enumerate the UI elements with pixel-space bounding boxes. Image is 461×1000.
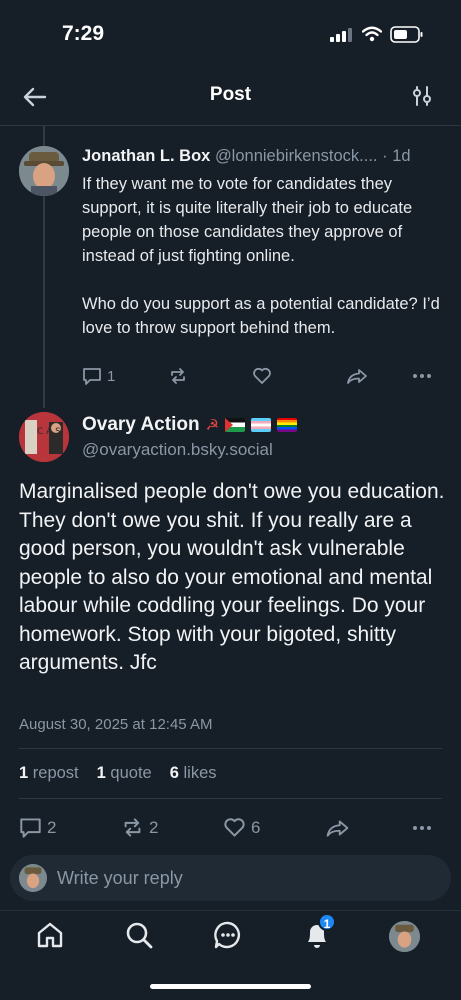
parent-post-header: Jonathan L. Box @lonniebirkenstock.... ·… (82, 147, 452, 166)
trans-flag-icon (251, 418, 272, 432)
reply-icon (20, 818, 41, 838)
divider (19, 798, 442, 799)
profile-avatar[interactable] (389, 921, 420, 952)
reply-input-placeholder[interactable]: Write your reply (57, 868, 183, 889)
share-icon (326, 819, 349, 837)
main-post-text: Marginalised people don't owe you educat… (19, 480, 445, 674)
home-icon[interactable] (35, 920, 65, 950)
reply-icon (83, 368, 101, 385)
avatar-lettering: C A S (37, 427, 61, 437)
like-button[interactable] (252, 366, 346, 386)
main-author-name-row: Ovary Action ☭ (82, 414, 298, 436)
more-button[interactable] (412, 373, 432, 379)
hammer-sickle-emoji: ☭ (205, 417, 220, 434)
divider (19, 748, 442, 749)
repost-count: 2 (149, 817, 159, 837)
more-button[interactable] (411, 825, 433, 831)
battery-icon (390, 26, 423, 43)
share-button[interactable] (325, 817, 411, 839)
author-handle[interactable]: @ovaryaction.bsky.social (82, 440, 273, 460)
search-icon[interactable] (124, 920, 154, 950)
repost-button[interactable] (168, 366, 252, 386)
author-name[interactable]: Ovary Action (82, 414, 200, 436)
notification-badge: 1 (318, 913, 336, 931)
status-time: 7:29 (62, 22, 105, 45)
main-post-actions: 2 2 6 (19, 816, 444, 839)
filter-icon[interactable] (410, 84, 434, 108)
avatar[interactable]: C A S (19, 412, 69, 462)
more-icon (413, 825, 431, 830)
rainbow-flag-icon (277, 418, 298, 432)
palestine-flag-icon (225, 418, 246, 432)
page-title: Post (209, 84, 252, 105)
post-timestamp: August 30, 2025 at 12:45 AM (19, 716, 213, 733)
like-icon (253, 367, 271, 384)
parent-post-actions: 1 (82, 366, 442, 386)
reply-button[interactable]: 1 (82, 366, 168, 386)
wifi-icon (362, 26, 382, 42)
chat-icon[interactable] (213, 920, 243, 950)
home-indicator (150, 984, 311, 989)
more-icon (413, 374, 431, 378)
signal-icon (330, 28, 352, 42)
share-icon (347, 369, 367, 384)
reply-button[interactable]: 2 (19, 816, 121, 839)
likes-stat[interactable]: 6 likes (170, 764, 217, 783)
like-count: 6 (251, 817, 261, 837)
post-age: · 1d (382, 147, 411, 165)
reposts-stat[interactable]: 1 repost (19, 764, 79, 783)
author-handle[interactable]: @lonniebirkenstock.... (215, 147, 378, 165)
repost-icon (171, 368, 185, 384)
repost-button[interactable]: 2 (121, 816, 223, 839)
post-stats: 1 repost 1 quote 6 likes (19, 764, 217, 783)
share-button[interactable] (346, 366, 412, 386)
author-name[interactable]: Jonathan L. Box (82, 147, 210, 165)
parent-post-text: If they want me to vote for candidates t… (82, 175, 440, 337)
reply-count: 2 (47, 817, 57, 837)
avatar[interactable] (19, 146, 69, 196)
reply-count: 1 (107, 367, 116, 385)
like-icon (224, 818, 245, 837)
avatar (19, 864, 47, 892)
like-button[interactable]: 6 (223, 816, 325, 839)
repost-icon (124, 818, 141, 837)
quotes-stat[interactable]: 1 quote (97, 764, 152, 783)
